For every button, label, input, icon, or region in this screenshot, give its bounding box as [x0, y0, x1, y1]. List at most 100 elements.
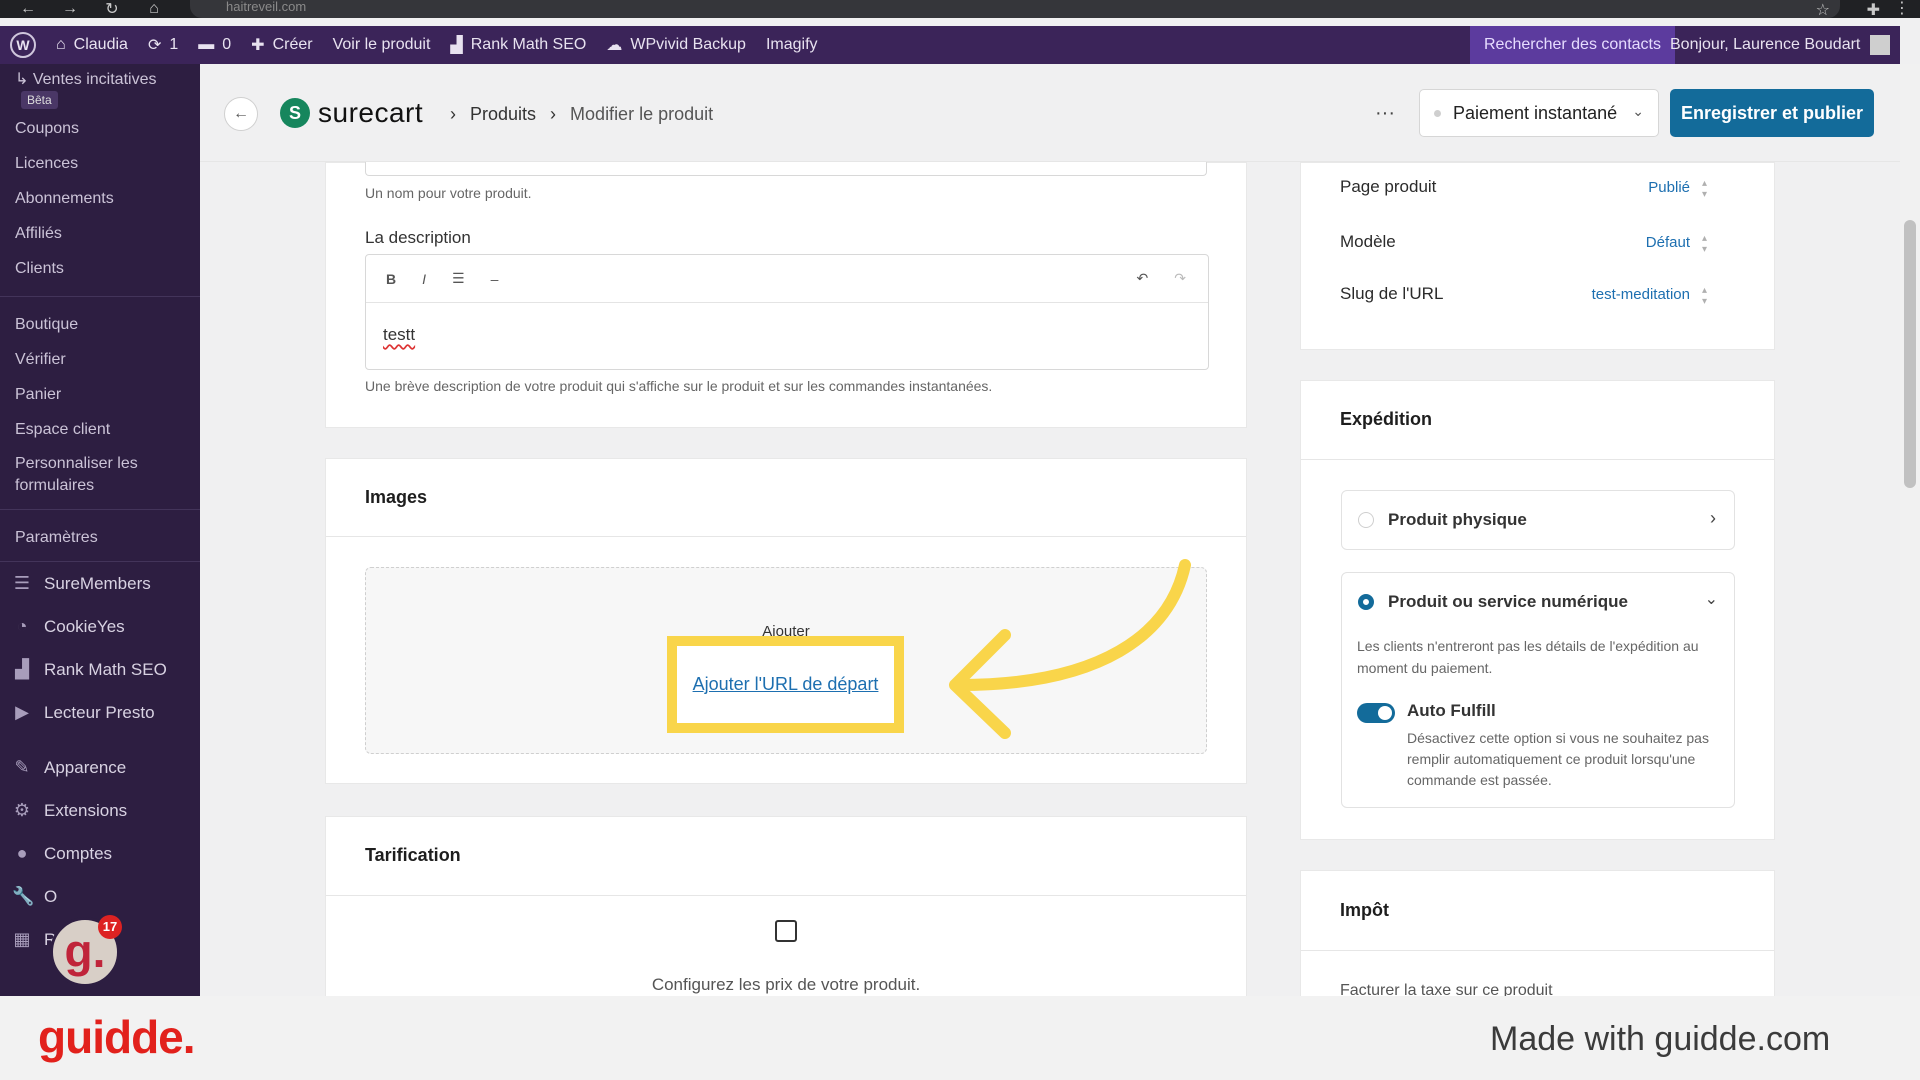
made-with-text: Made with guidde.com [1490, 1020, 1831, 1058]
up-down-chevron-icon: ▴ ▾ [1702, 285, 1708, 307]
guidde-footer: guidde. Made with guidde.com [0, 996, 1920, 1080]
description-editor[interactable]: B I ☰ – ↶ ↷ testt [365, 254, 1209, 370]
sidebar-item-customize-forms[interactable]: Personnaliser les formulaires [15, 447, 200, 499]
forward-icon[interactable]: → [56, 0, 84, 18]
extensions-icon[interactable]: ✚ [1867, 0, 1880, 20]
sidebar-item-upsells[interactable]: ↳ Ventes incitatives Bêta [15, 66, 200, 111]
sidebar-item-users[interactable]: ● Comptes [0, 832, 200, 875]
physical-radio[interactable] [1358, 512, 1374, 528]
up-down-chevron-icon: ▴ ▾ [1702, 178, 1708, 200]
product-page-value[interactable]: Publié [1560, 179, 1690, 196]
plugin-icon: ⚙ [13, 800, 31, 820]
breadcrumb-separator-icon: › [450, 104, 456, 124]
home-icon: ⌂ [56, 36, 66, 53]
name-hint: Un nom pour votre produit. [365, 185, 532, 201]
digital-radio[interactable] [1358, 594, 1374, 610]
site-name-link[interactable]: ⌂ Claudia [56, 36, 128, 54]
sidebar-item-suremembers[interactable]: ☰ SureMembers [0, 562, 200, 605]
more-options-button[interactable]: ··· [1375, 102, 1395, 125]
updates-link[interactable]: ⟳ 1 [148, 35, 178, 55]
view-product-link[interactable]: Voir le produit [333, 36, 431, 54]
editor-toolbar: B I ☰ – ↶ ↷ [366, 255, 1208, 303]
bullet-list-icon[interactable]: ☰ [452, 270, 465, 287]
breadcrumb-products[interactable]: Produits [470, 104, 536, 125]
redo-icon[interactable]: ↷ [1174, 270, 1186, 287]
sidebar-item-rank-math[interactable]: ▟ Rank Math SEO [0, 648, 200, 691]
updates-icon: ⟳ [147, 37, 162, 54]
admin-sidebar: ↳ Ventes incitatives Bêta Coupons Licenc… [0, 64, 200, 996]
divider [326, 536, 1246, 537]
horizontal-rule-icon[interactable]: – [491, 271, 499, 287]
sidebar-item-plugins[interactable]: ⚙ Extensions [0, 789, 200, 832]
create-link[interactable]: ✚ Créer [251, 35, 312, 55]
auto-fulfill-toggle[interactable] [1357, 703, 1395, 723]
presto-icon: ▶ [15, 702, 29, 722]
search-contacts-button[interactable]: Rechercher des contacts [1470, 26, 1675, 64]
rank-math-link[interactable]: ▟ Rank Math SEO [450, 35, 586, 55]
comments-link[interactable]: ▬ 0 [198, 36, 231, 54]
home-icon[interactable]: ⌂ [140, 0, 168, 18]
user-icon: ● [16, 843, 28, 863]
auto-fulfill-label: Auto Fulfill [1407, 701, 1496, 720]
sidebar-item-customers[interactable]: Clients [15, 251, 200, 286]
sidebar-item-cart[interactable]: Panier [15, 377, 200, 412]
wpvivid-link[interactable]: ☁ WPvivid Backup [606, 35, 746, 55]
physical-label: Produit physique [1388, 510, 1527, 529]
instant-payment-select[interactable]: Paiement instantané ⌄ [1419, 89, 1659, 137]
wrench-icon: 🔧 [12, 886, 35, 906]
chevron-right-icon: › [1710, 508, 1716, 528]
scrollbar[interactable] [1900, 64, 1920, 996]
wp-admin-bar: W ⌂ Claudia ⟳ 1 ▬ 0 ✚ Créer Voir le produit … [0, 26, 1900, 64]
physical-product-option[interactable]: Produit physique › [1341, 490, 1735, 550]
surecart-logo[interactable]: S surecart [280, 97, 423, 129]
reload-icon[interactable]: ↻ [98, 0, 126, 19]
wordpress-logo-icon[interactable]: W [10, 32, 36, 58]
bookmark-star-icon[interactable]: ☆ [1816, 0, 1830, 20]
description-text[interactable]: testt [366, 303, 1208, 367]
divider [326, 895, 1246, 896]
add-url-highlight: Ajouter l'URL de départ [667, 636, 904, 733]
italic-icon[interactable]: I [422, 271, 426, 287]
chevron-down-icon: ⌄ [1704, 591, 1718, 608]
undo-icon[interactable]: ↶ [1137, 270, 1149, 287]
sidebar-divider [0, 509, 200, 510]
page-header: ← S surecart › Produits › Modifier le pr… [200, 64, 1900, 162]
pointer-arrow-icon [949, 559, 1191, 739]
divider [1301, 459, 1774, 460]
sidebar-item-affiliates[interactable]: Affiliés [15, 216, 200, 251]
sidebar-item-shop[interactable]: Boutique [15, 307, 200, 342]
sidebar-item-cookieyes[interactable]: ◔ CookieYes [0, 605, 200, 648]
suremembers-icon: ☰ [13, 573, 31, 593]
browser-menu-icon[interactable]: ⋮ [1894, 0, 1910, 18]
sidebar-item-appearance[interactable]: ✎ Apparence [0, 746, 200, 789]
bold-icon[interactable]: B [386, 271, 396, 287]
pricing-hint: Configurez les prix de votre produit. [651, 975, 921, 994]
digital-label: Produit ou service numérique [1388, 592, 1628, 611]
back-icon[interactable]: ← [14, 0, 42, 18]
sidebar-item-customer-area[interactable]: Espace client [15, 412, 200, 447]
product-name-input[interactable] [365, 162, 1207, 176]
sidebar-item-presto[interactable]: ▶ Lecteur Presto [0, 691, 200, 734]
account-menu[interactable]: Bonjour, Laurence Boudart [1670, 26, 1891, 64]
auto-fulfill-description: Désactivez cette option si vous ne souha… [1407, 730, 1709, 788]
template-label: Modèle [1340, 232, 1396, 251]
url-slug-value[interactable]: test-meditation [1520, 286, 1690, 303]
sidebar-item-settings[interactable]: Paramètres [15, 520, 200, 555]
imagify-link[interactable]: Imagify [766, 36, 818, 54]
description-hint: Une brève description de votre produit q… [365, 378, 993, 394]
back-button[interactable]: ← [224, 97, 258, 131]
add-start-url-link[interactable]: Ajouter l'URL de départ [693, 674, 879, 695]
sidebar-item-coupons[interactable]: Coupons [15, 111, 200, 146]
sidebar-item-checkout[interactable]: Vérifier [15, 342, 200, 377]
pricing-title: Tarification [365, 845, 461, 865]
save-publish-button[interactable]: Enregistrer et publier [1670, 89, 1874, 137]
sidebar-item-subscriptions[interactable]: Abonnements [15, 181, 200, 216]
sidebar-item-licenses[interactable]: Licences [15, 146, 200, 181]
template-value[interactable]: Défaut [1560, 234, 1690, 251]
scrollbar-thumb[interactable] [1904, 220, 1916, 488]
shopping-bag-icon [775, 920, 797, 942]
brush-icon: ✎ [14, 757, 30, 777]
sidebar-item-tools[interactable]: 🔧 O [0, 875, 200, 918]
chevron-down-icon: ⌄ [1632, 103, 1644, 119]
address-bar[interactable]: haitreveil.com [190, 0, 1840, 18]
